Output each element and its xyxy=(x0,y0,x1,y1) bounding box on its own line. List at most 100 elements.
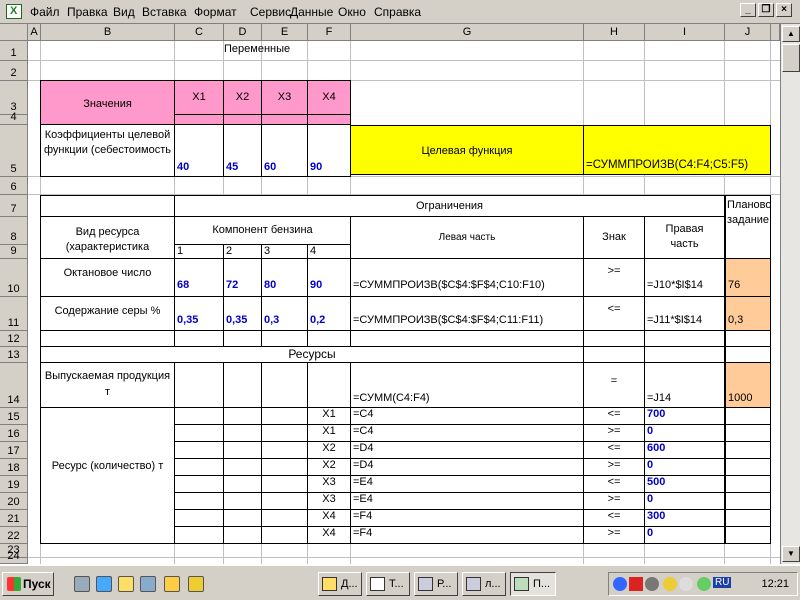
cell-d12[interactable] xyxy=(224,331,262,347)
cell-i18[interactable]: 0 xyxy=(645,459,725,476)
cell-f20[interactable]: X3 xyxy=(308,493,351,510)
cell-e18[interactable] xyxy=(262,459,308,476)
cell-e16[interactable] xyxy=(262,425,308,442)
quicklaunch-explorer-icon[interactable] xyxy=(140,576,156,592)
row-header[interactable]: 7 xyxy=(0,195,28,217)
start-button[interactable]: Пуск xyxy=(2,572,54,596)
column-header-a[interactable]: A xyxy=(28,24,41,41)
cell-j13[interactable] xyxy=(725,347,771,363)
cell-i21[interactable]: 300 xyxy=(645,510,725,527)
menu-file[interactable]: Файл xyxy=(30,5,60,19)
cell-j14[interactable]: 1000 xyxy=(725,363,771,408)
menu-window[interactable]: Окно xyxy=(338,5,366,19)
cell-c12[interactable] xyxy=(175,331,224,347)
cell-g7-constraints[interactable]: Ограничения xyxy=(175,195,725,217)
cell-h20[interactable]: >= xyxy=(584,493,645,510)
cell-i12[interactable] xyxy=(645,331,725,347)
taskbar-button-r[interactable]: Р... xyxy=(414,572,458,596)
cell-e11[interactable]: 0,3 xyxy=(262,297,308,331)
cell-i10[interactable]: =J10*$I$14 xyxy=(645,259,725,297)
row-header[interactable]: 9 xyxy=(0,245,28,259)
cell-e12[interactable] xyxy=(262,331,308,347)
taskbar-button-d[interactable]: Д... xyxy=(318,572,362,596)
cell-d16[interactable] xyxy=(224,425,262,442)
cell-c18[interactable] xyxy=(175,459,224,476)
cell-f14[interactable] xyxy=(308,363,351,408)
cell-e4-x3-value[interactable] xyxy=(262,115,308,125)
cell-c14[interactable] xyxy=(175,363,224,408)
cell-j15[interactable] xyxy=(725,408,771,425)
row-header[interactable]: 20 xyxy=(0,493,28,510)
cell-c3-x1[interactable]: X1 xyxy=(175,80,224,115)
cell-e19[interactable] xyxy=(262,476,308,493)
quicklaunch-clock-icon[interactable] xyxy=(164,576,180,592)
cell-b12[interactable] xyxy=(40,331,175,347)
cell-e15[interactable] xyxy=(262,408,308,425)
row-header[interactable]: 1 xyxy=(0,41,28,61)
cell-h10[interactable]: >= xyxy=(584,259,645,297)
menu-insert[interactable]: Вставка xyxy=(142,5,187,19)
cell-d4-x2-value[interactable] xyxy=(224,115,262,125)
row-header[interactable]: 22 xyxy=(0,527,28,544)
taskbar-button-p[interactable]: П... xyxy=(510,572,556,596)
column-header-j[interactable]: J xyxy=(725,24,771,41)
cell-i22[interactable]: 0 xyxy=(645,527,725,544)
cell-i19[interactable]: 500 xyxy=(645,476,725,493)
cell-g14[interactable]: =СУММ(C4:F4) xyxy=(351,363,584,408)
row-header[interactable]: 13 xyxy=(0,347,28,363)
cell-g21[interactable]: =F4 xyxy=(351,510,584,527)
cell-i16[interactable]: 0 xyxy=(645,425,725,442)
cell-f5[interactable]: 90 xyxy=(308,125,351,177)
cell-b8-resource-type[interactable]: Вид ресурса (характеристика xyxy=(40,217,175,259)
cell-h11[interactable]: <= xyxy=(584,297,645,331)
cell-d5[interactable]: 45 xyxy=(224,125,262,177)
cell-c16[interactable] xyxy=(175,425,224,442)
cell-b3-values[interactable]: Значения xyxy=(40,80,175,125)
cell-f4-x4-value[interactable] xyxy=(308,115,351,125)
row-header[interactable]: 14 xyxy=(0,363,28,408)
cell-f15[interactable]: X1 xyxy=(308,408,351,425)
menu-tools[interactable]: Сервис xyxy=(250,5,291,19)
taskbar-button-t[interactable]: Т... xyxy=(366,572,410,596)
row-header[interactable]: 6 xyxy=(0,177,28,195)
cell-e14[interactable] xyxy=(262,363,308,408)
column-header-e[interactable]: E xyxy=(262,24,308,41)
cell-h18[interactable]: >= xyxy=(584,459,645,476)
cell-f10[interactable]: 90 xyxy=(308,259,351,297)
cell-c5[interactable]: 40 xyxy=(175,125,224,177)
cell-e9[interactable]: 3 xyxy=(262,245,308,259)
cell-g19[interactable]: =E4 xyxy=(351,476,584,493)
cell-e10[interactable]: 80 xyxy=(262,259,308,297)
scroll-thumb[interactable] xyxy=(782,44,800,72)
help-icon[interactable] xyxy=(613,577,627,591)
cell-j21[interactable] xyxy=(725,510,771,527)
cell-g12[interactable] xyxy=(351,331,584,347)
cell-e22[interactable] xyxy=(262,527,308,544)
cell-i13[interactable] xyxy=(645,347,725,363)
cell-g11[interactable]: =СУММПРОИЗВ($C$4:$F$4;C11:F11) xyxy=(351,297,584,331)
cell-f11[interactable]: 0,2 xyxy=(308,297,351,331)
cell-b11-sulfur[interactable]: Содержание серы % xyxy=(40,297,175,331)
cell-e20[interactable] xyxy=(262,493,308,510)
cell-c17[interactable] xyxy=(175,442,224,459)
cell-j22[interactable] xyxy=(725,527,771,544)
cell-b10-octane[interactable]: Октановое число xyxy=(40,259,175,297)
cell-d9[interactable]: 2 xyxy=(224,245,262,259)
cell-g17[interactable]: =D4 xyxy=(351,442,584,459)
menu-format[interactable]: Формат xyxy=(194,5,237,19)
antivirus-icon[interactable] xyxy=(629,577,643,591)
cell-d19[interactable] xyxy=(224,476,262,493)
column-header-f[interactable]: F xyxy=(308,24,351,41)
row-header[interactable]: 5 xyxy=(0,125,28,177)
menu-help[interactable]: Справка xyxy=(374,5,421,19)
vertical-scrollbar[interactable]: ▲ ▼ xyxy=(780,24,800,564)
row-header[interactable]: 10 xyxy=(0,259,28,297)
cell-d18[interactable] xyxy=(224,459,262,476)
cell-i17[interactable]: 600 xyxy=(645,442,725,459)
cell-d22[interactable] xyxy=(224,527,262,544)
cell-e17[interactable] xyxy=(262,442,308,459)
row-header[interactable]: 12 xyxy=(0,331,28,347)
excel-app-icon[interactable] xyxy=(6,4,22,19)
cell-e3-x3[interactable]: X3 xyxy=(262,80,308,115)
cell-d20[interactable] xyxy=(224,493,262,510)
